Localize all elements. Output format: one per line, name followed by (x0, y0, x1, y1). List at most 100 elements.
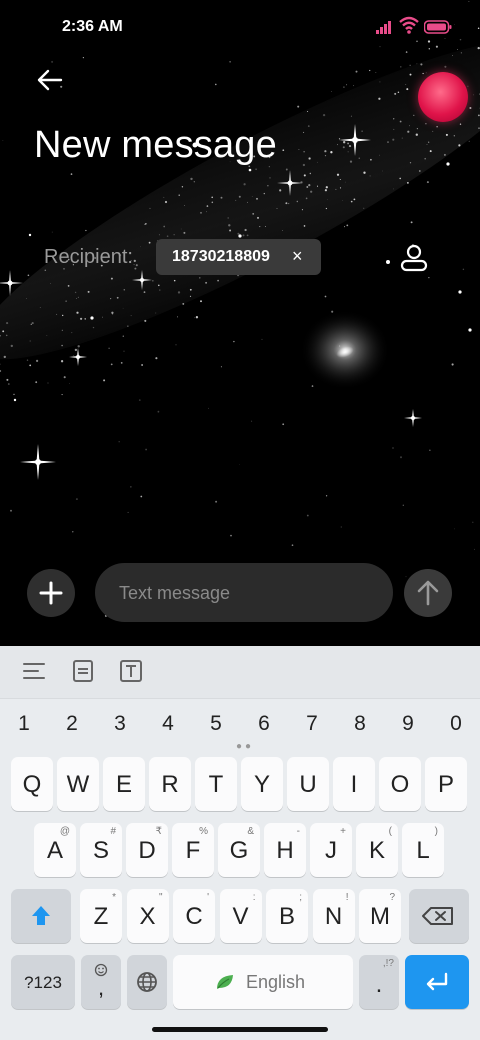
messaging-screen: 2:36 AM New message Recipient: 187302188… (0, 0, 480, 1040)
status-time: 2:36 AM (62, 18, 123, 35)
key-o[interactable]: O (379, 757, 421, 811)
key-d[interactable]: ₹ D (126, 823, 168, 877)
key-7[interactable]: 7 (297, 712, 327, 736)
back-button[interactable] (34, 64, 66, 96)
recipient-chip[interactable]: 18730218809 × (156, 239, 321, 275)
key-2[interactable]: 2 (57, 712, 87, 736)
key-3[interactable]: 3 (105, 712, 135, 736)
key-4[interactable]: 4 (153, 712, 183, 736)
backspace-key[interactable] (409, 889, 469, 943)
key-hint: & (247, 826, 254, 837)
key-0[interactable]: 0 (441, 712, 471, 736)
period-key-hint: ,!? (382, 958, 394, 969)
key-label: L (416, 837, 430, 864)
arrow-left-icon (37, 69, 63, 91)
key-c[interactable]: ' C (173, 889, 215, 943)
key-label: E (115, 771, 132, 798)
key-r[interactable]: R (149, 757, 191, 811)
key-label: O (390, 771, 410, 798)
send-button[interactable] (404, 569, 452, 617)
space-key-label: English (246, 972, 306, 992)
key-label: P (437, 771, 454, 798)
key-label: Z (93, 903, 109, 930)
key-s[interactable]: # S (80, 823, 122, 877)
menu-lines-icon[interactable] (21, 658, 47, 684)
key-9[interactable]: 9 (393, 712, 423, 736)
key-label: U (299, 771, 317, 798)
key-label: H (276, 837, 294, 864)
symbols-key-label: ?123 (24, 973, 62, 992)
key-j[interactable]: + J (310, 823, 352, 877)
shift-arrow-icon (32, 906, 50, 925)
key-label: I (350, 771, 358, 798)
wifi-icon (399, 16, 419, 34)
key-label: G (229, 837, 249, 864)
key-hint: ? (389, 892, 395, 903)
home-indicator[interactable] (152, 1027, 328, 1032)
key-y[interactable]: Y (241, 757, 283, 811)
key-z[interactable]: * Z (80, 889, 122, 943)
key-label: Q (22, 771, 42, 798)
period-key[interactable]: ,!? . (359, 955, 399, 1009)
key-hint: % (199, 826, 208, 837)
shift-key[interactable] (11, 889, 71, 943)
message-input[interactable]: Text message (95, 563, 393, 622)
page-title: New message (34, 124, 277, 166)
key-label: K (368, 837, 385, 864)
key-v[interactable]: :V (219, 889, 262, 943)
key-m[interactable]: ? M (359, 889, 401, 943)
key-hint: ! (345, 892, 349, 903)
key-u[interactable]: U (287, 757, 329, 811)
key-f[interactable]: % F (172, 823, 214, 877)
key-i[interactable]: I (333, 757, 375, 811)
key-hint: ' (207, 892, 209, 903)
plus-icon (39, 581, 63, 605)
key-hint: ₹ (155, 826, 162, 837)
document-icon[interactable] (70, 658, 96, 684)
key-label: F (185, 837, 201, 864)
key-l[interactable]: ) L (402, 823, 444, 877)
key-hint: @ (59, 826, 70, 837)
key-n[interactable]: ! N (312, 889, 355, 943)
language-key[interactable] (127, 955, 167, 1009)
key-5[interactable]: 5 (201, 712, 231, 736)
globe-icon (137, 972, 157, 992)
key-e[interactable]: E (103, 757, 145, 811)
space-key[interactable]: English (173, 955, 353, 1009)
key-g[interactable]: & G (218, 823, 260, 877)
message-input-placeholder: Text message (119, 583, 231, 603)
key-hint: + (340, 826, 346, 837)
key-h[interactable]: -H (264, 823, 306, 877)
key-label: V (232, 903, 249, 930)
key-p[interactable]: P (425, 757, 467, 811)
key-a[interactable]: @ A (34, 823, 76, 877)
key-t[interactable]: T (195, 757, 237, 811)
symbols-key[interactable]: ?123 (11, 955, 75, 1009)
recipient-label: Recipient: (44, 246, 133, 268)
leaf-icon (217, 975, 233, 989)
avatar[interactable] (418, 72, 468, 122)
key-1[interactable]: 1 (9, 712, 39, 736)
attach-button[interactable] (27, 569, 75, 617)
key-w[interactable]: W (57, 757, 99, 811)
key-label: T (208, 771, 224, 798)
key-label: X (139, 903, 156, 930)
key-6[interactable]: 6 (249, 712, 279, 736)
key-hint: - (296, 826, 300, 837)
signal-icon (376, 21, 391, 34)
close-icon[interactable]: × (292, 246, 303, 267)
text-box-icon[interactable] (118, 658, 144, 684)
enter-key[interactable] (405, 955, 469, 1009)
key-k[interactable]: (K (356, 823, 398, 877)
contact-picker-button[interactable] (398, 242, 430, 274)
key-label: W (66, 771, 90, 798)
key-8[interactable]: 8 (345, 712, 375, 736)
key-label: S (92, 837, 109, 864)
key-b[interactable]: ; B (266, 889, 308, 943)
key-hint: : (252, 892, 256, 903)
key-q[interactable]: Q (11, 757, 53, 811)
key-label: A (46, 837, 63, 864)
key-x[interactable]: " X (126, 889, 169, 943)
comma-key[interactable]: , (81, 955, 121, 1009)
keyboard: 1 2 3 4 5 6 7 8 9 0 ●● QWERTYUIOP @ A # S ₹ D… (0, 646, 480, 1040)
